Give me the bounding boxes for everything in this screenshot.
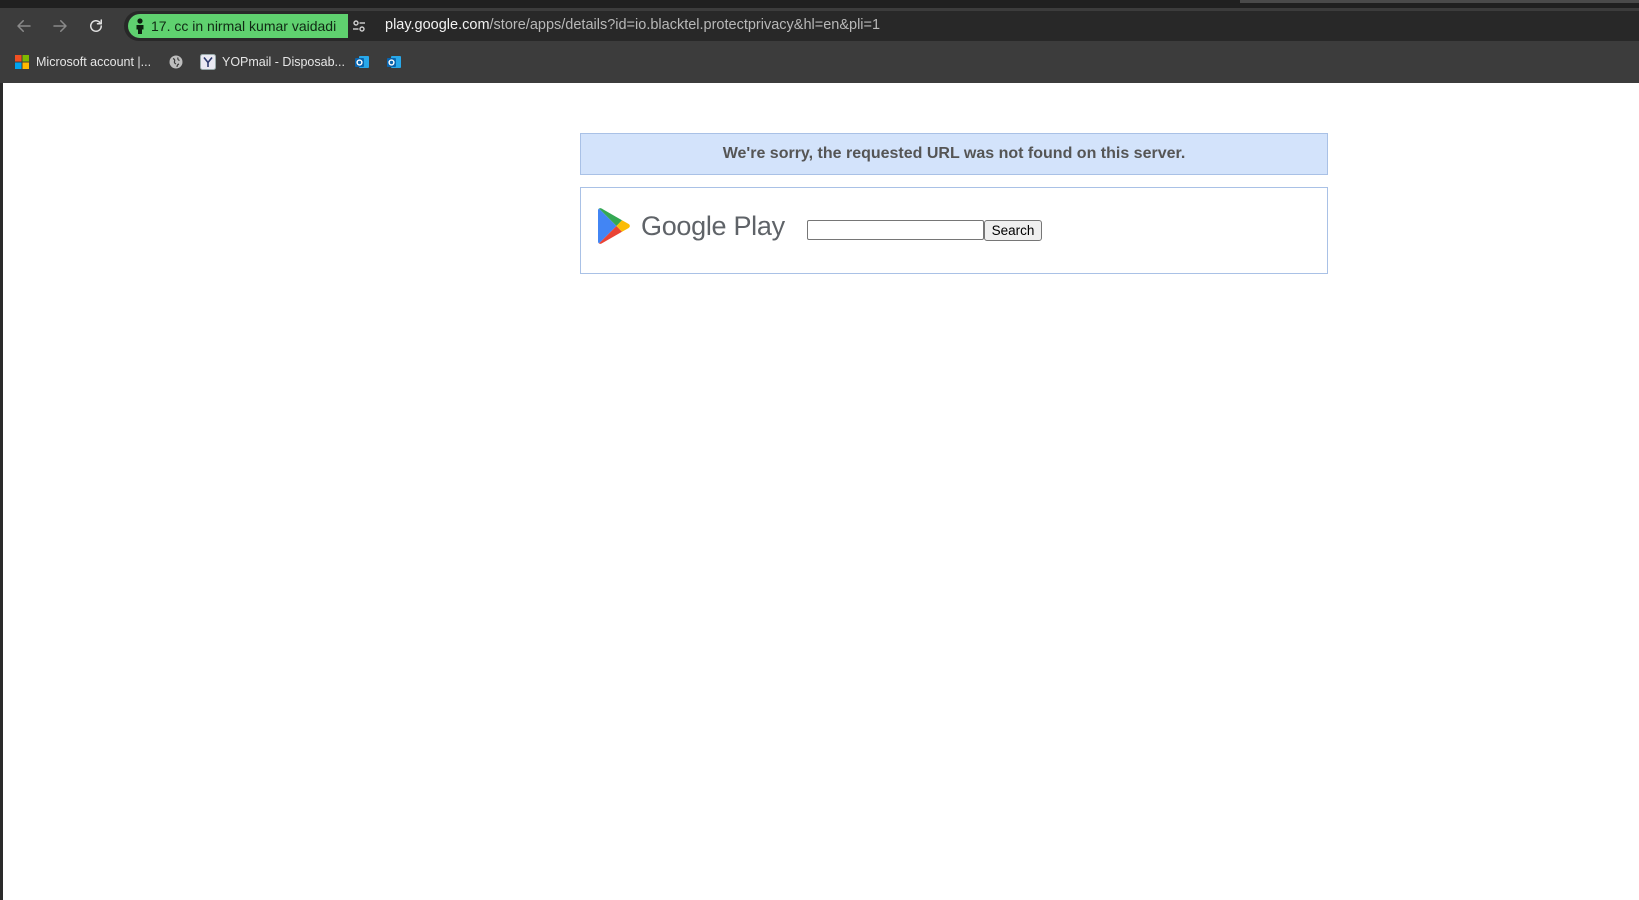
forward-button[interactable]: [46, 12, 74, 40]
bookmark-label: Microsoft account |...: [36, 55, 152, 69]
url-host: play.google.com: [385, 17, 490, 33]
reload-icon: [90, 19, 102, 32]
google-play-logo[interactable]: Google Play: [597, 206, 785, 246]
site-info-button[interactable]: [348, 15, 370, 37]
window-left-border: [0, 83, 3, 900]
bookmark-globe[interactable]: [168, 50, 190, 74]
profile-chip[interactable]: 17. cc in nirmal kumar vaidadi: [128, 14, 348, 38]
outlook-icon: [387, 56, 401, 68]
arrow-left-icon: [17, 20, 31, 32]
back-button[interactable]: [10, 12, 38, 40]
bookmark-yopmail[interactable]: YOPmail - Disposab...: [200, 50, 345, 74]
browser-toolbar: 17. cc in nirmal kumar vaidadi play.goog…: [0, 8, 1639, 42]
tab-strip: [0, 0, 1639, 8]
tab-edge: [1240, 0, 1639, 3]
bookmark-outlook-1[interactable]: [354, 50, 376, 74]
microsoft-logo-icon: [15, 55, 29, 69]
search-button[interactable]: Search: [984, 220, 1042, 241]
profile-chip-label: 17. cc in nirmal kumar vaidadi: [151, 18, 337, 34]
person-icon: [136, 18, 144, 34]
browser-chrome: 17. cc in nirmal kumar vaidadi play.goog…: [0, 0, 1639, 83]
error-message: We're sorry, the requested URL was not f…: [722, 145, 1186, 162]
bookmarks-bar: Microsoft account |... YOPmail - Disposa…: [0, 44, 1639, 80]
bookmark-label: YOPmail - Disposab...: [222, 55, 345, 69]
play-search-panel: Google Play Search: [580, 187, 1328, 274]
arrow-right-icon: [53, 20, 67, 32]
globe-icon: [169, 55, 183, 69]
bookmark-outlook-2[interactable]: [386, 50, 408, 74]
error-banner: We're sorry, the requested URL was not f…: [580, 133, 1328, 175]
url-text[interactable]: play.google.com/store/apps/details?id=io…: [385, 17, 880, 33]
yopmail-icon: [200, 54, 216, 70]
search-input[interactable]: [807, 220, 984, 240]
url-path: /store/apps/details?id=io.blacktel.prote…: [489, 17, 881, 33]
google-play-wordmark: Google Play: [641, 210, 785, 241]
bookmark-microsoft-account[interactable]: Microsoft account |...: [14, 50, 151, 74]
tune-icon: [353, 20, 365, 32]
google-play-triangle-icon: [598, 208, 630, 244]
reload-button[interactable]: [82, 12, 110, 40]
address-bar[interactable]: 17. cc in nirmal kumar vaidadi play.goog…: [124, 11, 1639, 41]
outlook-icon: [355, 56, 369, 68]
